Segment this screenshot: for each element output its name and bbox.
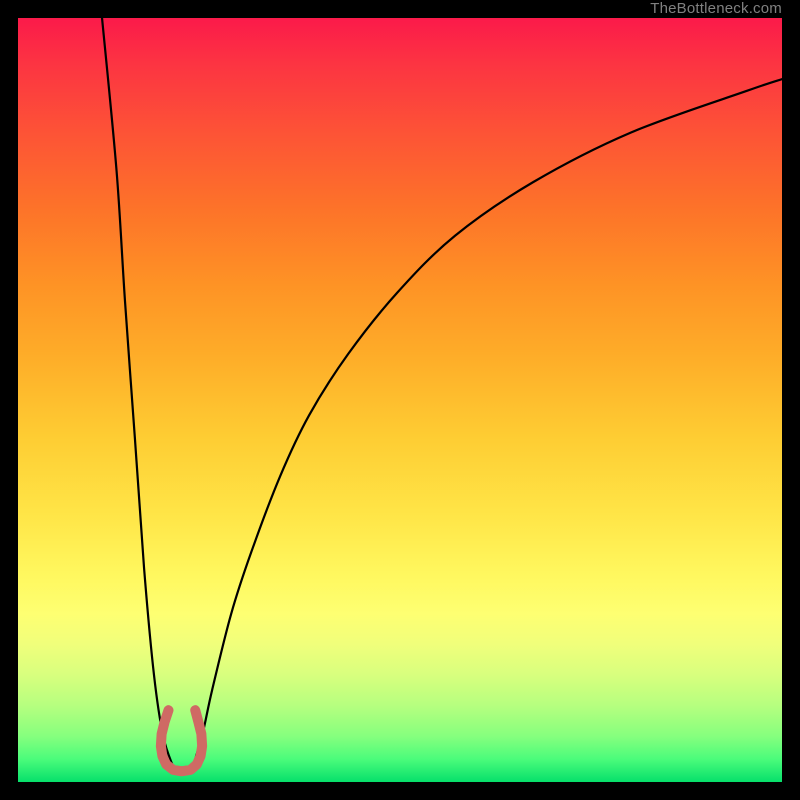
chart-frame: TheBottleneck.com <box>0 0 800 800</box>
valley-marker <box>161 710 202 771</box>
curve-left <box>102 18 173 767</box>
plot-area <box>18 18 782 782</box>
curve-right <box>193 79 782 767</box>
curves-layer <box>18 18 782 782</box>
watermark-label: TheBottleneck.com <box>650 0 782 18</box>
